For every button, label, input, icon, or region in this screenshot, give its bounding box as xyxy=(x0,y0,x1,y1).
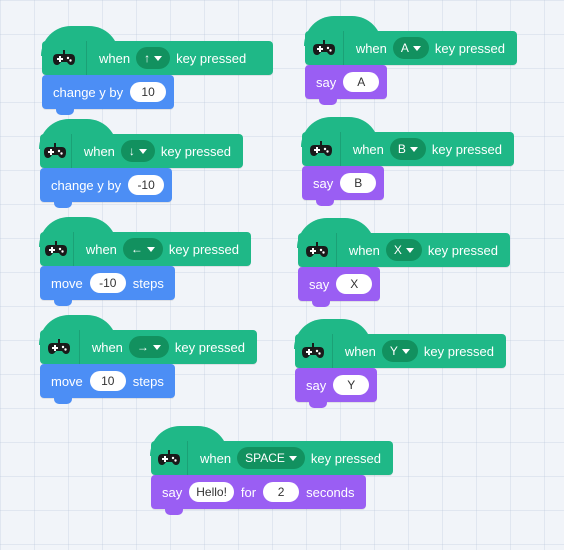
key-pressed-label: key pressed xyxy=(174,339,245,355)
when-label: when xyxy=(85,241,117,257)
value-input[interactable]: 10 xyxy=(89,371,126,391)
message-input[interactable]: Hello! xyxy=(189,482,234,502)
when-label: when xyxy=(91,339,123,355)
move-steps-block[interactable]: move -10 steps xyxy=(40,266,175,306)
key-dropdown[interactable]: Y xyxy=(381,340,418,362)
script-x-key[interactable]: when X key pressed say X xyxy=(297,218,510,307)
key-dropdown[interactable]: ↓ xyxy=(120,140,155,162)
chevron-down-icon xyxy=(152,344,161,350)
move-label: move xyxy=(51,275,83,291)
key-pressed-label: key pressed xyxy=(431,141,502,157)
when-label: when xyxy=(200,450,232,466)
gamepad-icon xyxy=(40,134,72,168)
chevron-down-icon xyxy=(154,55,163,61)
seconds-input[interactable]: 2 xyxy=(263,482,300,502)
say-block[interactable]: say Y xyxy=(295,368,378,408)
key-pressed-label: key pressed xyxy=(434,40,505,56)
steps-label: steps xyxy=(132,373,164,389)
script-right-key[interactable]: when → key pressed move 10 steps xyxy=(39,315,257,404)
value-input[interactable]: -10 xyxy=(128,175,165,195)
chevron-down-icon xyxy=(146,246,155,252)
chevron-down-icon xyxy=(288,455,297,461)
say-block[interactable]: say A xyxy=(305,65,388,105)
key-pressed-label: key pressed xyxy=(427,242,498,258)
change-y-label: change y by xyxy=(51,177,122,193)
change-y-label: change y by xyxy=(53,84,124,100)
key-dropdown[interactable]: ← xyxy=(122,238,163,260)
say-for-seconds-block[interactable]: say Hello! for 2 seconds xyxy=(151,475,366,515)
when-label: when xyxy=(344,343,376,359)
when-label: when xyxy=(352,141,384,157)
say-block[interactable]: say B xyxy=(302,166,385,206)
say-label: say xyxy=(313,175,334,191)
message-input[interactable]: A xyxy=(343,72,380,92)
when-key-pressed-block[interactable]: when ↓ key pressed xyxy=(39,119,243,168)
when-label: when xyxy=(99,50,131,66)
when-key-pressed-block[interactable]: when SPACE key pressed xyxy=(150,426,393,475)
say-label: say xyxy=(162,484,183,500)
script-left-key[interactable]: when ← key pressed move -10 steps xyxy=(39,217,251,306)
script-down-key[interactable]: when ↓ key pressed change y by -10 xyxy=(39,119,243,208)
seconds-label: seconds xyxy=(306,484,355,500)
key-pressed-label: key pressed xyxy=(423,343,494,359)
when-key-pressed-block[interactable]: when Y key pressed xyxy=(294,319,506,368)
key-dropdown[interactable]: → xyxy=(128,336,169,358)
for-label: for xyxy=(240,484,257,500)
message-input[interactable]: Y xyxy=(333,375,370,395)
say-block[interactable]: say X xyxy=(298,267,381,307)
gamepad-icon xyxy=(305,31,344,65)
when-key-pressed-block[interactable]: when A key pressed xyxy=(304,16,517,65)
gamepad-icon xyxy=(40,330,80,364)
change-y-block[interactable]: change y by 10 xyxy=(42,75,175,115)
script-b-key[interactable]: when B key pressed say B xyxy=(301,117,514,206)
chevron-down-icon xyxy=(401,348,410,354)
key-pressed-label: key pressed xyxy=(310,450,381,466)
when-label: when xyxy=(83,143,115,159)
key-dropdown[interactable]: SPACE xyxy=(237,447,305,469)
value-input[interactable]: -10 xyxy=(89,273,126,293)
change-y-block[interactable]: change y by -10 xyxy=(40,168,173,208)
gamepad-icon xyxy=(42,41,87,75)
gamepad-icon xyxy=(302,132,341,166)
chevron-down-icon xyxy=(405,247,414,253)
when-key-pressed-block[interactable]: when ↑ key pressed xyxy=(41,26,273,75)
key-pressed-label: key pressed xyxy=(176,50,247,66)
message-input[interactable]: X xyxy=(336,274,373,294)
when-key-pressed-block[interactable]: when → key pressed xyxy=(39,315,257,364)
say-label: say xyxy=(309,276,330,292)
script-up-key[interactable]: when ↑ key pressed change y by 10 xyxy=(41,26,273,115)
value-input[interactable]: 10 xyxy=(130,82,167,102)
key-dropdown[interactable]: B xyxy=(389,138,426,160)
key-pressed-label: key pressed xyxy=(160,143,231,159)
move-label: move xyxy=(51,373,83,389)
gamepad-icon xyxy=(298,233,337,267)
key-dropdown[interactable]: ↑ xyxy=(136,47,171,69)
script-space-key[interactable]: when SPACE key pressed say Hello! for 2 … xyxy=(150,426,393,515)
script-a-key[interactable]: when A key pressed say A xyxy=(304,16,517,105)
key-dropdown[interactable]: A xyxy=(392,37,429,59)
chevron-down-icon xyxy=(412,45,421,51)
say-label: say xyxy=(316,74,337,90)
when-key-pressed-block[interactable]: when B key pressed xyxy=(301,117,514,166)
steps-label: steps xyxy=(132,275,164,291)
when-key-pressed-block[interactable]: when ← key pressed xyxy=(39,217,251,266)
chevron-down-icon xyxy=(138,148,147,154)
message-input[interactable]: B xyxy=(340,173,377,193)
gamepad-icon xyxy=(295,334,333,368)
say-label: say xyxy=(306,377,327,393)
when-label: when xyxy=(348,242,380,258)
key-dropdown[interactable]: X xyxy=(385,239,422,261)
key-pressed-label: key pressed xyxy=(168,241,239,257)
gamepad-icon xyxy=(40,232,74,266)
when-label: when xyxy=(355,40,387,56)
script-y-key[interactable]: when Y key pressed say Y xyxy=(294,319,506,408)
when-key-pressed-block[interactable]: when X key pressed xyxy=(297,218,510,267)
move-steps-block[interactable]: move 10 steps xyxy=(40,364,175,404)
gamepad-icon xyxy=(151,441,189,475)
chevron-down-icon xyxy=(409,146,418,152)
